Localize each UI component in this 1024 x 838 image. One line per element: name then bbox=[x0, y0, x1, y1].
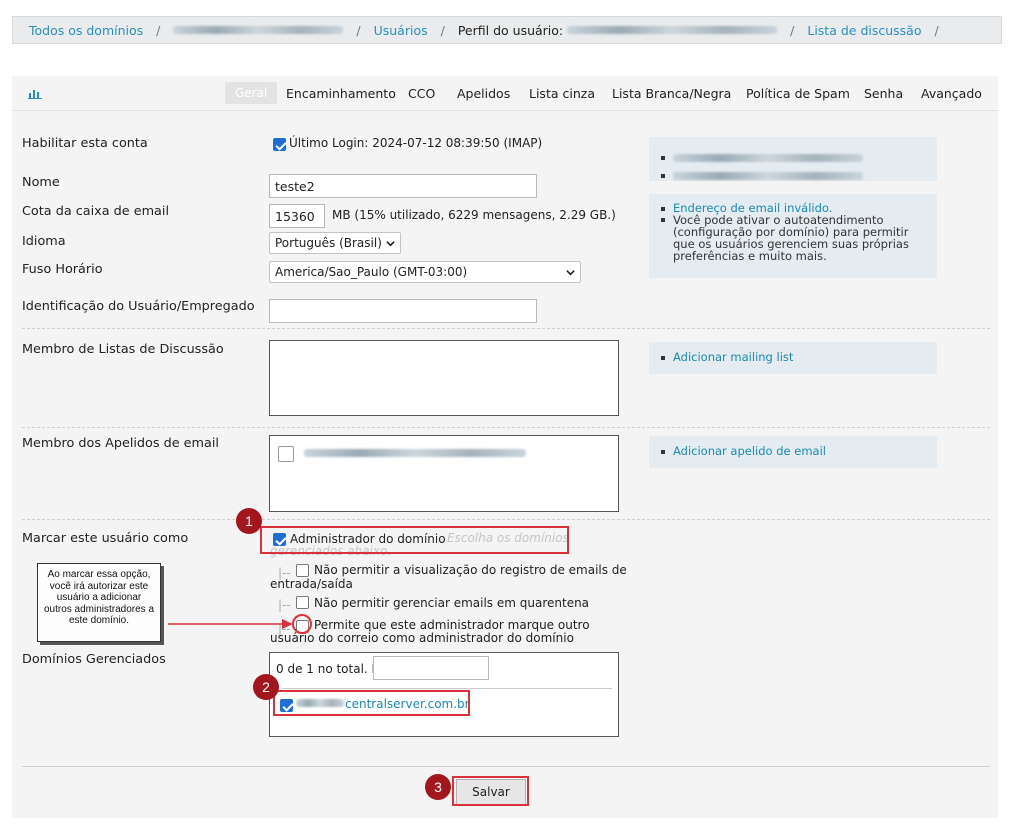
domain-filter-input[interactable] bbox=[373, 656, 489, 680]
divider bbox=[22, 519, 990, 520]
self-service-info-box: Endereço de email inválido. Você pode at… bbox=[649, 194, 937, 278]
login-info-box bbox=[649, 137, 937, 181]
enable-account-label: Habilitar esta conta bbox=[22, 136, 148, 151]
tab-bcc[interactable]: CCO bbox=[408, 86, 435, 101]
tab-spam-policy[interactable]: Política de Spam bbox=[746, 86, 850, 101]
breadcrumb-separator: / bbox=[356, 22, 361, 38]
no-view-log-label[interactable]: Não permitir a visualização do registro … bbox=[270, 563, 630, 591]
breadcrumb-separator: / bbox=[790, 22, 795, 38]
quota-input[interactable]: 15360 bbox=[269, 204, 325, 228]
breadcrumb-separator: / bbox=[156, 22, 161, 38]
managed-domains-label: Domínios Gerenciados bbox=[22, 652, 166, 667]
name-input[interactable]: teste2 bbox=[269, 174, 537, 198]
tab-white-black-list[interactable]: Lista Branca/Negra bbox=[612, 86, 731, 101]
alias-member-label: Membro dos Apelidos de email bbox=[22, 436, 219, 451]
breadcrumb-all-domains[interactable]: Todos os domínios bbox=[29, 23, 143, 38]
annotation-highlight-admin bbox=[260, 526, 569, 554]
divider bbox=[282, 688, 612, 689]
divider bbox=[22, 427, 990, 428]
annotation-highlight-domain bbox=[273, 690, 470, 716]
annotation-badge-2: 2 bbox=[253, 674, 279, 700]
breadcrumb-users[interactable]: Usuários bbox=[374, 23, 428, 38]
add-alias-box: Adicionar apelido de email bbox=[649, 436, 937, 468]
timezone-selected: America/Sao_Paulo (GMT-03:00) bbox=[275, 265, 468, 279]
allow-mark-admin-label[interactable]: Permite que este administrador marque ou… bbox=[270, 618, 635, 646]
tab-bar: Geral Encaminhamento CCO Apelidos Lista … bbox=[12, 76, 998, 111]
divider bbox=[22, 328, 990, 329]
tab-password[interactable]: Senha bbox=[864, 86, 903, 101]
quota-label: Cota da caixa de email bbox=[22, 204, 169, 219]
employee-id-input[interactable] bbox=[269, 299, 537, 323]
annotation-arrow-icon bbox=[168, 619, 293, 629]
divider bbox=[22, 766, 990, 767]
name-label: Nome bbox=[22, 175, 60, 190]
mailing-member-label: Membro de Listas de Discussão bbox=[22, 342, 224, 357]
employee-id-label: Identificação do Usuário/Empregado bbox=[22, 299, 255, 314]
language-label: Idioma bbox=[22, 234, 66, 249]
no-quarantine-label[interactable]: Não permitir gerenciar emails em quarent… bbox=[314, 596, 589, 610]
breadcrumb-domain-redacted[interactable] bbox=[173, 26, 344, 34]
no-quarantine-checkbox[interactable] bbox=[296, 596, 309, 609]
alias-address-redacted bbox=[304, 449, 526, 457]
alias-list-box[interactable] bbox=[269, 435, 619, 512]
breadcrumb: Todos os domínios / / Usuários / Perfil … bbox=[12, 16, 1002, 44]
chevron-down-icon bbox=[566, 269, 575, 275]
tab-aliases[interactable]: Apelidos bbox=[457, 86, 510, 101]
profile-panel: Geral Encaminhamento CCO Apelidos Lista … bbox=[12, 76, 998, 818]
tab-forwarding[interactable]: Encaminhamento bbox=[286, 86, 396, 101]
last-login-text: Último Login: 2024-07-12 08:39:50 (IMAP) bbox=[289, 136, 543, 150]
alias-checkbox[interactable] bbox=[278, 446, 294, 462]
timezone-select[interactable]: America/Sao_Paulo (GMT-03:00) bbox=[269, 261, 581, 283]
chevron-down-icon bbox=[386, 240, 395, 246]
timezone-label: Fuso Horário bbox=[22, 262, 103, 277]
add-mailing-list-link[interactable]: Adicionar mailing list bbox=[673, 350, 793, 364]
bar-chart-icon[interactable] bbox=[28, 87, 42, 99]
tree-connector: |-- bbox=[278, 598, 291, 612]
mark-as-label: Marcar este usuário como bbox=[22, 531, 189, 546]
annotation-tooltip: Ao marcar essa opção, você irá autorizar… bbox=[37, 563, 161, 642]
annotation-highlight-save bbox=[452, 776, 529, 806]
tab-greylist[interactable]: Lista cinza bbox=[529, 86, 595, 101]
annotation-badge-3: 3 bbox=[425, 774, 451, 800]
tab-general[interactable]: Geral bbox=[225, 82, 278, 104]
autoresponder-text: Você pode ativar o autoatendimento (conf… bbox=[673, 213, 909, 264]
mailing-list-box[interactable] bbox=[269, 340, 619, 416]
breadcrumb-mailing-list[interactable]: Lista de discussão bbox=[807, 23, 921, 38]
annotation-badge-1: 1 bbox=[236, 508, 262, 534]
breadcrumb-user-redacted bbox=[567, 26, 778, 34]
enable-account-checkbox[interactable] bbox=[273, 138, 286, 151]
language-select[interactable]: Português (Brasil) bbox=[269, 232, 401, 254]
breadcrumb-separator: / bbox=[440, 22, 445, 38]
quota-usage-text: MB (15% utilizado, 6229 mensagens, 2.29 … bbox=[332, 208, 616, 222]
language-selected: Português (Brasil) bbox=[275, 236, 382, 250]
breadcrumb-profile-label: Perfil do usuário: bbox=[457, 22, 564, 38]
add-alias-link[interactable]: Adicionar apelido de email bbox=[673, 444, 826, 458]
add-mailing-list-box: Adicionar mailing list bbox=[649, 342, 937, 374]
breadcrumb-separator: / bbox=[934, 22, 939, 38]
tab-advanced[interactable]: Avançado bbox=[921, 86, 982, 101]
